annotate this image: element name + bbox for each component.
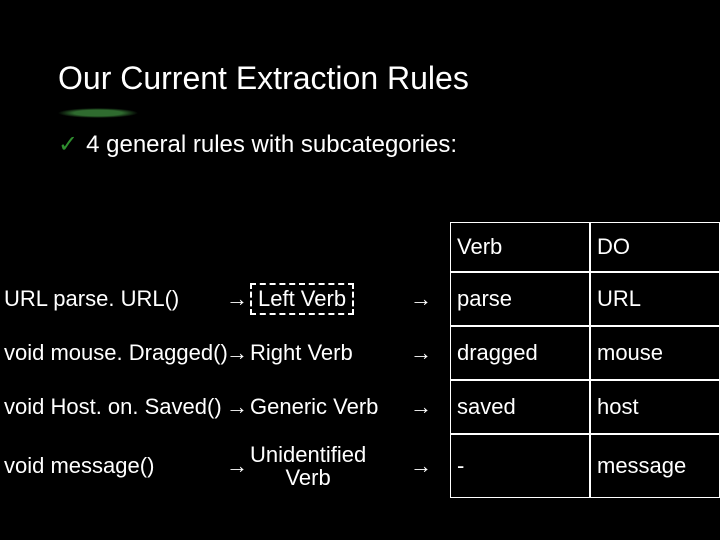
cat-line1: Unidentified: [250, 443, 366, 466]
verb-cell: -: [450, 434, 590, 498]
verb-cell: saved: [450, 380, 590, 434]
arrow-right-icon: →: [226, 286, 248, 312]
arrow-right-icon: →: [410, 453, 432, 479]
table-row: URL parse. URL() → Left Verb → parse URL: [0, 272, 720, 326]
do-cell: mouse: [590, 326, 720, 380]
table-row: void message() → Unidentified Verb → - m…: [0, 434, 720, 498]
check-icon: ✓: [58, 133, 78, 157]
category-label: Unidentified Verb: [250, 443, 366, 489]
arrow-right-icon: →: [410, 286, 432, 312]
category-cell: → Right Verb →: [250, 326, 450, 380]
do-cell: message: [590, 434, 720, 498]
code-sample: void mouse. Dragged(): [0, 336, 250, 370]
verb-cell: parse: [450, 272, 590, 326]
category-label: Generic Verb: [250, 395, 378, 419]
code-sample: URL parse. URL(): [0, 282, 250, 316]
code-sample: void message(): [0, 449, 250, 483]
table-row: void mouse. Dragged() → Right Verb → dra…: [0, 326, 720, 380]
arrow-right-icon: →: [410, 394, 432, 420]
table-row: void Host. on. Saved() → Generic Verb → …: [0, 380, 720, 434]
bullet-text: 4 general rules with subcategories:: [86, 131, 457, 159]
title-underline: [58, 108, 138, 118]
code-sample: void Host. on. Saved(): [0, 390, 250, 424]
category-cell: → Unidentified Verb →: [250, 434, 450, 498]
category-cell: → Generic Verb →: [250, 380, 450, 434]
arrow-right-icon: →: [410, 340, 432, 366]
category-cell: → Left Verb →: [250, 272, 450, 326]
arrow-right-icon: →: [226, 340, 248, 366]
cat-line2: Verb: [285, 466, 330, 489]
category-label: Left Verb: [250, 283, 354, 315]
content-area: Verb DO URL parse. URL() → Left Verb → p…: [0, 222, 720, 498]
header-do: DO: [590, 222, 720, 272]
category-label: Right Verb: [250, 341, 353, 365]
header-verb: Verb: [450, 222, 590, 272]
do-cell: URL: [590, 272, 720, 326]
do-cell: host: [590, 380, 720, 434]
bullet-row: ✓ 4 general rules with subcategories:: [0, 97, 720, 159]
verb-cell: dragged: [450, 326, 590, 380]
arrow-right-icon: →: [226, 394, 248, 420]
slide-title: Our Current Extraction Rules: [0, 0, 720, 97]
arrow-right-icon: →: [226, 453, 248, 479]
table-header-row: Verb DO: [0, 222, 720, 272]
